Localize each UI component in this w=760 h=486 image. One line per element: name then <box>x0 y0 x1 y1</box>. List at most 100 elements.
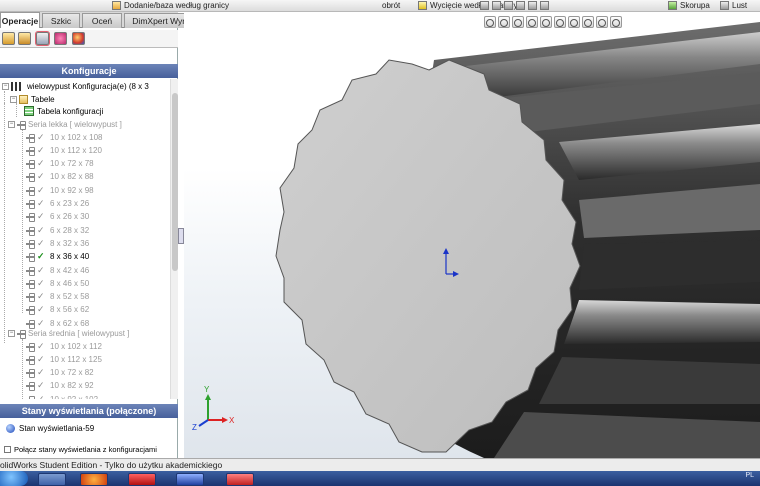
configuration-item[interactable]: ✓ 8 x 36 x 40 <box>26 251 89 263</box>
configuration-icon <box>26 159 35 170</box>
tree-root[interactable]: − wielowypust Konfiguracja(e) (8 x 3 <box>2 80 149 92</box>
language-indicator[interactable]: PL <box>745 472 754 479</box>
rib-icon[interactable] <box>504 1 513 10</box>
spline-ridge <box>539 357 760 404</box>
tree-series-light[interactable]: − Seria lekka [ wielowypust ] <box>8 118 122 130</box>
configurationmanager-icon[interactable] <box>36 32 49 45</box>
zoom-fit-icon[interactable] <box>484 16 496 28</box>
configuration-item[interactable]: ✓ 8 x 52 x 58 <box>26 291 89 303</box>
configuration-icon <box>26 199 35 209</box>
configuration-icon <box>26 186 35 196</box>
configuration-icon <box>26 342 35 352</box>
check-icon: ✓ <box>37 367 45 378</box>
configuration-item[interactable]: ✓ 6 x 26 x 30 <box>26 211 89 223</box>
configuration-label: 8 x 32 x 36 <box>50 238 90 248</box>
apply-scene-icon[interactable] <box>596 16 608 28</box>
configuration-icon <box>26 226 35 236</box>
check-icon: ✓ <box>37 184 45 195</box>
configuration-item[interactable]: ✓ 6 x 28 x 32 <box>26 224 89 236</box>
spline-shaft-model: Y X Z <box>192 22 760 458</box>
configuration-item[interactable]: ✓ 8 x 32 x 36 <box>26 237 89 249</box>
displaymanager-icon[interactable] <box>72 32 85 45</box>
tree-series-medium[interactable]: − Seria średnia [ wielowypust ] <box>8 327 129 339</box>
cut-boundary-icon <box>418 1 427 10</box>
configuration-item[interactable]: ✓ 8 x 42 x 46 <box>26 264 89 276</box>
intersect-icon[interactable] <box>540 1 549 10</box>
taskbar-app-icon[interactable] <box>226 473 254 486</box>
shell-button[interactable]: Skorupa <box>668 0 710 11</box>
configuration-item[interactable]: ✓ 10 x 72 x 78 <box>26 158 94 170</box>
configuration-item[interactable]: ✓ 10 x 102 x 108 <box>26 131 102 143</box>
triad-z-label: Z <box>192 423 197 432</box>
revolve-button[interactable]: obrót <box>382 0 400 11</box>
check-icon: ✓ <box>37 158 45 169</box>
link-display-states-checkbox[interactable] <box>4 445 11 453</box>
check-icon: ✓ <box>37 171 45 182</box>
tree-scrollbar[interactable] <box>170 79 178 399</box>
link-display-states-option[interactable]: Połącz stany wyświetlania z konfiguracja… <box>4 444 157 454</box>
fillet-icon[interactable] <box>480 1 489 10</box>
configuration-item[interactable]: ✓ 8 x 56 x 62 <box>26 304 89 316</box>
collapse-icon[interactable]: − <box>8 329 15 337</box>
check-icon: ✓ <box>37 224 45 235</box>
check-icon: ✓ <box>37 340 45 351</box>
configuration-item[interactable]: ✓ 10 x 82 x 88 <box>26 171 94 183</box>
display-state-item[interactable]: Stan wyświetlania-59 <box>6 422 94 434</box>
triad-x-label: X <box>229 416 235 425</box>
zoom-area-icon[interactable] <box>498 16 510 28</box>
edit-appearance-icon[interactable] <box>582 16 594 28</box>
view-orientation-icon[interactable] <box>540 16 552 28</box>
wrap-icon[interactable] <box>528 1 537 10</box>
configuration-label: 6 x 26 x 30 <box>50 212 90 222</box>
taskbar-solidworks-icon[interactable] <box>128 473 156 486</box>
propertymanager-icon[interactable] <box>18 32 31 45</box>
taskbar-word-icon[interactable] <box>176 473 204 486</box>
configuration-item[interactable]: ✓ 10 x 112 x 120 <box>26 144 102 156</box>
previous-view-icon[interactable] <box>512 16 524 28</box>
check-icon: ✓ <box>37 198 45 208</box>
check-icon: ✓ <box>37 291 45 302</box>
shell-icon <box>668 1 677 10</box>
configuration-item[interactable]: ✓ 6 x 23 x 26 <box>26 198 89 210</box>
taskbar-firefox-icon[interactable] <box>80 473 108 486</box>
featuremanager-icon[interactable] <box>2 32 15 45</box>
section-view-icon[interactable] <box>526 16 538 28</box>
windows-taskbar: PL <box>0 471 760 486</box>
pattern-icon[interactable] <box>492 1 501 10</box>
tab-ocen[interactable]: Oceń <box>82 13 122 28</box>
configuration-item[interactable]: ✓ 10 x 72 x 82 <box>26 367 94 379</box>
dimxpertmanager-icon[interactable] <box>54 32 67 45</box>
start-button[interactable] <box>0 471 28 486</box>
configuration-item[interactable]: ✓ 10 x 82 x 92 <box>26 380 94 392</box>
scrollbar-thumb[interactable] <box>172 93 178 271</box>
collapse-icon[interactable]: − <box>8 120 15 128</box>
configuration-label: 8 x 56 x 62 <box>50 305 90 315</box>
tab-szkic[interactable]: Szkic <box>42 13 80 28</box>
tree-guide <box>22 339 23 399</box>
tab-operacje[interactable]: Operacje <box>0 12 40 28</box>
configuration-icon <box>26 395 35 399</box>
configuration-item[interactable]: ✓ 8 x 46 x 50 <box>26 277 89 289</box>
configuration-item[interactable]: ✓ 10 x 92 x 98 <box>26 184 94 196</box>
taskbar-explorer-icon[interactable] <box>38 473 66 486</box>
configuration-item[interactable]: ✓ 10 x 102 x 112 <box>26 340 102 352</box>
tree-tables-group[interactable]: − Tabele <box>10 93 55 105</box>
collapse-icon[interactable]: − <box>10 95 17 103</box>
tree-design-table[interactable]: Tabela konfiguracji <box>24 105 103 117</box>
configuration-icon <box>26 292 35 303</box>
configuration-icon <box>26 239 35 249</box>
boundary-boss-button[interactable]: Dodanie/baza według granicy <box>112 0 229 11</box>
hide-show-icon[interactable] <box>568 16 580 28</box>
configuration-label: 10 x 112 x 125 <box>50 354 102 364</box>
configuration-label: 10 x 72 x 82 <box>50 368 94 378</box>
mirror-button[interactable]: Lust <box>720 0 747 11</box>
display-style-icon[interactable] <box>554 16 566 28</box>
configuration-item[interactable]: ✓ 10 x 112 x 125 <box>26 353 102 365</box>
axis-triad: Y X Z <box>192 385 235 432</box>
graphics-area[interactable]: Y X Z <box>184 12 760 458</box>
view-settings-icon[interactable] <box>610 16 622 28</box>
collapse-icon[interactable]: − <box>2 82 9 90</box>
draft-icon[interactable] <box>516 1 525 10</box>
configuration-item[interactable]: ✓ 10 x 92 x 102 <box>26 393 98 399</box>
check-icon: ✓ <box>37 131 45 142</box>
